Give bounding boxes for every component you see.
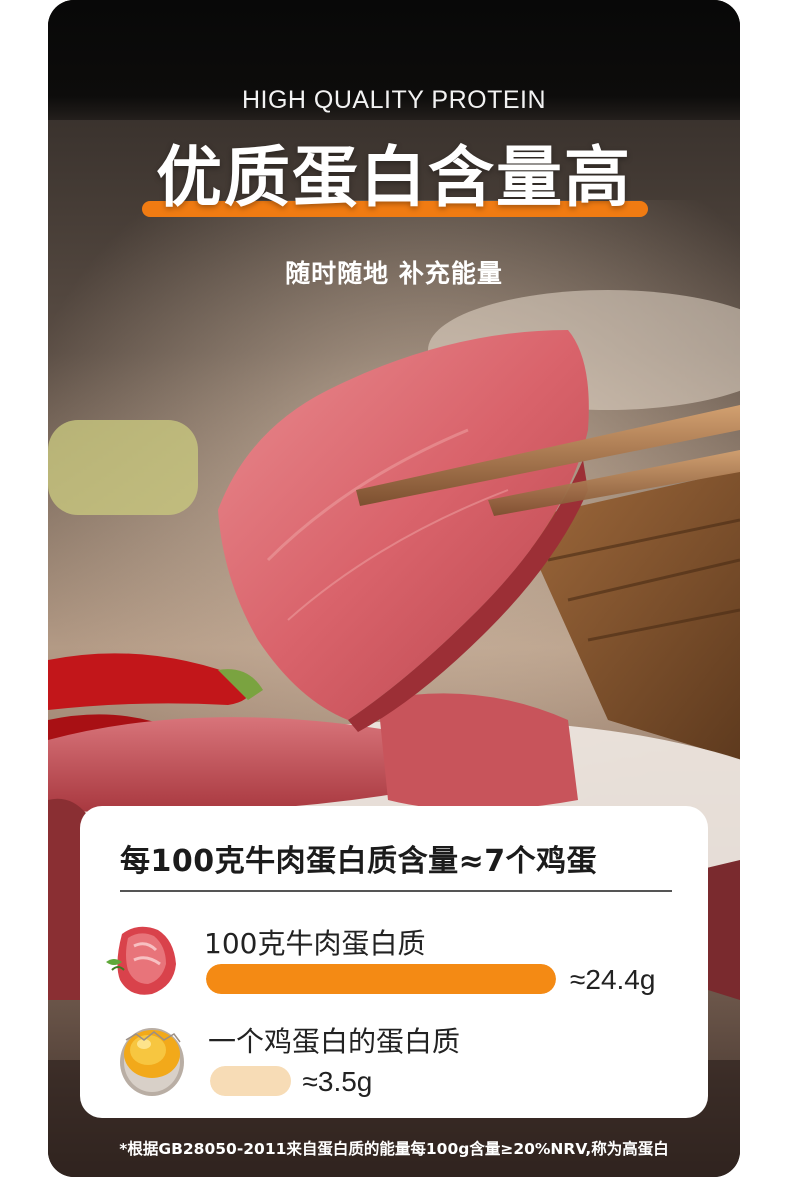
egg-protein-value: ≈3.5g [302, 1066, 373, 1097]
egg-protein-bar [210, 1066, 560, 1096]
egg-protein-label: 一个鸡蛋白的蛋白质 [208, 1025, 461, 1058]
divider [120, 890, 672, 892]
subline: 随时随地 补充能量 [285, 259, 503, 288]
beef-protein-label: 100克牛肉蛋白质 [204, 927, 426, 960]
product-card: HIGH QUALITY PROTEIN 优质蛋白含量高 随时随地 补充能量 每… [48, 0, 740, 1177]
headline: 优质蛋白含量高 [156, 139, 632, 216]
beef-protein-bar [206, 964, 556, 994]
comparison-title: 每100克牛肉蛋白质含量≈7个鸡蛋 [120, 844, 598, 879]
headline-block: 优质蛋白含量高 [136, 140, 652, 222]
egg-icon [120, 1028, 184, 1096]
beef-icon [106, 926, 176, 995]
eyebrow-text: HIGH QUALITY PROTEIN [241, 86, 547, 114]
footnote: *根据GB28050-2011来自蛋白质的能量每100g含量≥20%NRV,称为… [119, 1140, 669, 1158]
beef-protein-value: ≈24.4g [570, 964, 656, 995]
beef-protein-bar-fill [206, 964, 556, 994]
egg-protein-bar-fill [210, 1066, 291, 1096]
protein-comparison-card: 每100克牛肉蛋白质含量≈7个鸡蛋 100克牛肉蛋白质 ≈24.4g 一个鸡蛋白… [80, 806, 708, 1118]
